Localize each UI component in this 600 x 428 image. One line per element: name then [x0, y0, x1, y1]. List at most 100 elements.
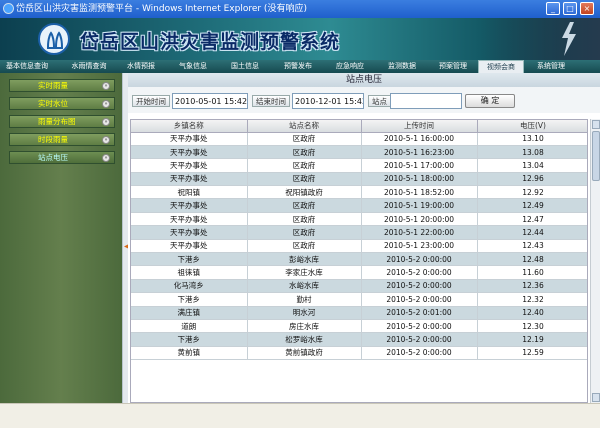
cell-voltage: 11.60 — [477, 265, 587, 280]
logo — [38, 23, 70, 55]
nav-emergency[interactable]: 应急响应 — [326, 60, 374, 73]
cell-station: 区政府 — [247, 239, 362, 254]
sidebar-item-label: 站点电压 — [38, 153, 68, 162]
sidebar-item-period-rain[interactable]: 时段雨量 » — [9, 133, 115, 146]
confirm-button[interactable]: 确 定 — [465, 94, 515, 108]
sidebar-item-rain-map[interactable]: 雨量分布图 » — [9, 115, 115, 128]
cell-upload-time: 2010-5-1 23:00:00 — [361, 239, 478, 254]
cell-upload-time: 2010-5-2 0:00:00 — [361, 319, 478, 334]
sidebar: 实时雨量 » 实时水位 » 雨量分布图 » 时段雨量 » 站点电压 » — [0, 73, 122, 403]
storm-decoration — [480, 18, 600, 60]
table-body: 天平办事处 区政府 2010-5-1 16:00:00 13.10 天平办事处 区政府 20… — [131, 132, 587, 361]
lightning-icon — [562, 22, 576, 56]
sidebar-item-realtime-rain[interactable]: 实时雨量 » — [9, 79, 115, 92]
cell-upload-time: 2010-5-1 19:00:00 — [361, 198, 478, 213]
arrow-icon: » — [102, 118, 110, 126]
station-input[interactable] — [390, 93, 462, 109]
table-row[interactable]: 天平办事处 区政府 2010-5-1 18:00:00 12.96 — [131, 172, 587, 187]
filter-bar: 开始时间 结束时间 站点 确 定 — [128, 87, 600, 113]
nav-land[interactable]: 国土信息 — [222, 60, 268, 73]
header-banner: 岱岳区山洪灾害监测预警系统 — [0, 18, 600, 60]
sidebar-item-label: 实时水位 — [38, 99, 68, 108]
cell-town: 天平办事处 — [131, 158, 248, 173]
sidebar-item-label: 雨量分布图 — [38, 117, 76, 126]
scroll-down-button[interactable] — [592, 393, 600, 402]
nav-video[interactable]: 视频会商 — [478, 60, 524, 73]
cell-station: 彭峪水库 — [247, 252, 362, 267]
cell-town: 天平办事处 — [131, 225, 248, 240]
table-header-row: 乡镇名称 站点名称 上传时间 电压(V) — [131, 120, 587, 133]
table-scrollbar[interactable] — [590, 119, 600, 403]
cell-station: 区政府 — [247, 225, 362, 240]
main-nav: 基本信息查询 水雨情查询 水情预报 气象信息 国土信息 预警发布 应急响应 监测… — [0, 60, 600, 73]
nav-system[interactable]: 系统管理 — [528, 60, 574, 73]
table-row[interactable]: 下港乡 勤村 2010-5-2 0:00:00 12.32 — [131, 292, 587, 307]
table-row[interactable]: 道朗 房庄水库 2010-5-2 0:00:00 12.30 — [131, 319, 587, 334]
cell-voltage: 12.47 — [477, 212, 587, 227]
cell-voltage: 12.96 — [477, 172, 587, 187]
scroll-thumb[interactable] — [592, 131, 600, 181]
cell-station: 区政府 — [247, 158, 362, 173]
start-time-input[interactable] — [172, 93, 248, 109]
cell-station: 水峪水库 — [247, 279, 362, 294]
sidebar-item-realtime-level[interactable]: 实时水位 » — [9, 97, 115, 110]
cell-station: 李家庄水库 — [247, 265, 362, 280]
status-bar — [0, 403, 600, 428]
system-title: 岱岳区山洪灾害监测预警系统 — [80, 31, 341, 53]
header-town[interactable]: 乡镇名称 — [131, 120, 248, 133]
close-button[interactable]: × — [580, 2, 594, 15]
cell-voltage: 13.10 — [477, 132, 587, 146]
table-row[interactable]: 下港乡 松罗峪水库 2010-5-2 0:00:00 12.19 — [131, 332, 587, 347]
arrow-icon: » — [102, 100, 110, 108]
cell-town: 满庄镇 — [131, 306, 248, 320]
sidebar-item-label: 实时雨量 — [38, 81, 68, 90]
table-row[interactable]: 祝阳镇 祝阳镇政府 2010-5-1 18:52:00 12.92 — [131, 185, 587, 200]
table-row[interactable]: 天平办事处 区政府 2010-5-1 20:00:00 12.47 — [131, 212, 587, 227]
table-row[interactable]: 天平办事处 区政府 2010-5-1 23:00:00 12.43 — [131, 239, 587, 254]
cell-voltage: 12.43 — [477, 239, 587, 254]
nav-basic-info[interactable]: 基本信息查询 — [0, 60, 54, 73]
ie-icon — [3, 3, 14, 14]
cell-upload-time: 2010-5-1 17:00:00 — [361, 158, 478, 173]
table-row[interactable]: 天平办事处 区政府 2010-5-1 19:00:00 12.49 — [131, 198, 587, 213]
header-station[interactable]: 站点名称 — [247, 120, 362, 133]
table-row[interactable]: 满庄镇 明水河 2010-5-2 0:01:00 12.40 — [131, 306, 587, 320]
nav-weather[interactable]: 气象信息 — [170, 60, 216, 73]
nav-water-forecast[interactable]: 水情预报 — [118, 60, 164, 73]
table-row[interactable]: 化马湾乡 水峪水库 2010-5-2 0:00:00 12.36 — [131, 279, 587, 294]
cell-voltage: 12.44 — [477, 225, 587, 240]
arrow-icon: » — [102, 82, 110, 90]
table-row[interactable]: 黄前镇 黄前镇政府 2010-5-2 0:00:00 12.59 — [131, 346, 587, 361]
voltage-table: 乡镇名称 站点名称 上传时间 电压(V) 天平办事处 区政府 2010-5-1 16… — [130, 119, 588, 403]
cell-voltage: 12.49 — [477, 198, 587, 213]
minimize-button[interactable]: _ — [546, 2, 560, 15]
header-upload-time[interactable]: 上传时间 — [361, 120, 478, 133]
table-row[interactable]: 天平办事处 区政府 2010-5-1 17:00:00 13.04 — [131, 158, 587, 173]
cell-town: 下港乡 — [131, 332, 248, 347]
table-row[interactable]: 下港乡 彭峪水库 2010-5-2 0:00:00 12.48 — [131, 252, 587, 267]
cell-station: 祝阳镇政府 — [247, 185, 362, 200]
cell-upload-time: 2010-5-2 0:01:00 — [361, 306, 478, 320]
table-row[interactable]: 天平办事处 区政府 2010-5-1 16:00:00 13.10 — [131, 132, 587, 146]
nav-monitoring[interactable]: 监测数据 — [378, 60, 426, 73]
cell-town: 天平办事处 — [131, 145, 248, 160]
end-time-label: 结束时间 — [252, 95, 290, 107]
table-row[interactable]: 天平办事处 区政府 2010-5-1 16:23:00 13.08 — [131, 145, 587, 160]
cell-upload-time: 2010-5-1 16:23:00 — [361, 145, 478, 160]
end-time-input[interactable] — [292, 93, 364, 109]
nav-plans[interactable]: 预案管理 — [430, 60, 476, 73]
cell-town: 道朗 — [131, 319, 248, 334]
cell-town: 黄前镇 — [131, 346, 248, 361]
sidebar-item-station-voltage[interactable]: 站点电压 » — [9, 151, 115, 164]
table-row[interactable]: 祖徕镇 李家庄水库 2010-5-2 0:00:00 11.60 — [131, 265, 587, 280]
scroll-up-button[interactable] — [592, 120, 600, 129]
water-logo-icon — [47, 31, 63, 49]
cell-upload-time: 2010-5-2 0:00:00 — [361, 346, 478, 361]
maximize-button[interactable]: □ — [563, 2, 577, 15]
cell-voltage: 12.30 — [477, 319, 587, 334]
cell-voltage: 12.92 — [477, 185, 587, 200]
table-row[interactable]: 天平办事处 区政府 2010-5-1 22:00:00 12.44 — [131, 225, 587, 240]
nav-water-rain[interactable]: 水雨情查询 — [64, 60, 114, 73]
header-voltage[interactable]: 电压(V) — [477, 120, 587, 133]
nav-warning[interactable]: 预警发布 — [274, 60, 322, 73]
